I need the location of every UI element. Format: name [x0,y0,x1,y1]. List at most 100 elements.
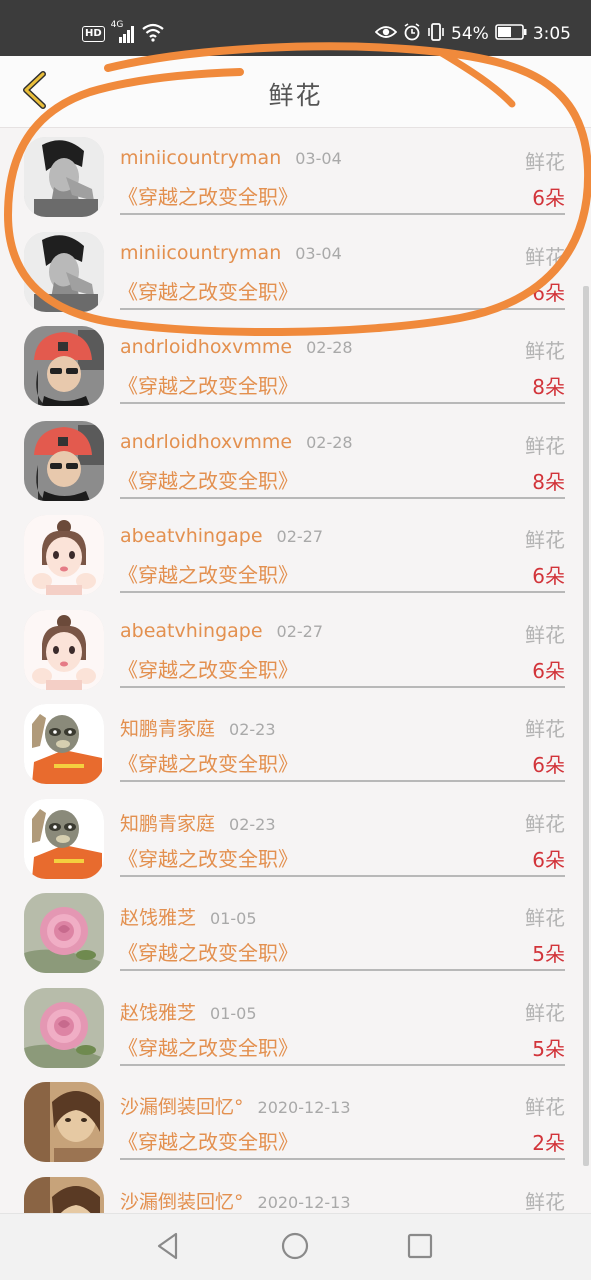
avatar[interactable] [24,420,104,501]
gift-date: 02-28 [306,432,353,452]
row-divider [120,591,565,593]
gift-count: 6朵 [532,280,565,305]
book-title: 《穿越之改变全职》 [118,752,298,776]
gift-type: 鲜花 [525,717,565,741]
book-title: 《穿越之改变全职》 [118,468,298,493]
list-item[interactable]: miniicountryman 03-04 《穿越之改变全职》 鲜花 6朵 [0,129,591,224]
gift-type: 鲜花 [525,1189,565,1214]
avatar[interactable] [24,515,104,595]
gift-type: 鲜花 [525,150,565,174]
book-title: 《穿越之改变全职》 [118,185,298,209]
avatar[interactable] [24,231,104,312]
row-divider [120,213,565,215]
hd-badge: HD [82,26,105,42]
book-title: 《穿越之改变全职》 [118,657,298,682]
gift-type: 鲜花 [525,811,565,836]
list-item[interactable]: 知鹏青家庭 02-23 《穿越之改变全职》 鲜花 6朵 [0,696,591,791]
list-item[interactable]: miniicountryman 03-04 《穿越之改变全职》 鲜花 6朵 [0,224,591,319]
eye-icon [374,24,398,45]
avatar[interactable] [24,704,104,784]
avatar[interactable] [24,1082,104,1162]
gift-count: 2朵 [532,1131,565,1155]
scrollbar[interactable] [583,286,589,1166]
book-title: 《穿越之改变全职》 [118,279,298,304]
signal-icon: 4G [111,20,135,44]
gift-count: 6朵 [532,847,565,872]
clock: 3:05 [532,24,571,44]
list-item[interactable]: abeatvhingape 02-27 《穿越之改变全职》 鲜花 6朵 [0,602,591,697]
book-title: 《穿越之改变全职》 [118,1130,298,1154]
network-type: 4G [110,20,124,30]
gift-count: 8朵 [532,469,565,494]
gift-count: 5朵 [532,942,565,966]
nav-back-button[interactable] [150,1230,186,1266]
username: 沙漏倒装回忆° 2020-12-13 [120,1190,351,1213]
nav-home-button[interactable] [277,1230,313,1266]
avatar[interactable] [24,798,104,879]
gift-type: 鲜花 [525,906,565,930]
row-divider [120,874,565,877]
wifi-icon [141,22,165,46]
app-header: 鲜花 [0,56,591,128]
row-divider [120,402,565,404]
gift-count: 6朵 [532,658,565,683]
home-circle-icon [280,1231,310,1265]
flower-gift-list: miniicountryman 03-04 《穿越之改变全职》 鲜花 6朵 min… [0,129,591,1213]
username: 赵饯雅芝 01-05 [120,1001,257,1024]
gift-type: 鲜花 [525,622,565,647]
row-divider [120,1158,565,1160]
battery-percent: 54% [451,24,489,44]
gift-type: 鲜花 [525,244,565,269]
list-item[interactable]: andrloidhoxvmme 02-28 《穿越之改变全职》 鲜花 8朵 [0,413,591,508]
status-bar: HD 4G 54% 3:05 [0,0,591,56]
row-divider [120,307,565,310]
gift-count: 6朵 [532,564,565,588]
gift-date: 02-27 [276,527,324,546]
row-divider [120,685,565,688]
gift-count: 5朵 [532,1036,565,1061]
list-item[interactable]: 赵饯雅芝 01-05 《穿越之改变全职》 鲜花 5朵 [0,885,591,980]
username: abeatvhingape 02-27 [120,619,324,642]
book-title: 《穿越之改变全职》 [118,374,298,398]
avatar[interactable] [24,137,104,217]
list-item[interactable]: abeatvhingape 02-27 《穿越之改变全职》 鲜花 6朵 [0,507,591,602]
username: 沙漏倒装回忆° 2020-12-13 [120,1096,351,1118]
username: andrloidhoxvmme 02-28 [120,430,353,453]
recents-square-icon [407,1233,433,1263]
status-right: 54% 3:05 [374,22,571,46]
username: andrloidhoxvmme 02-28 [120,336,353,358]
book-title: 《穿越之改变全职》 [118,1035,298,1060]
list-item[interactable]: andrloidhoxvmme 02-28 《穿越之改变全职》 鲜花 8朵 [0,318,591,413]
gift-date: 2020-12-13 [257,1098,351,1117]
username: 知鹏青家庭 02-23 [120,718,276,740]
avatar[interactable] [24,1176,104,1213]
gift-date: 03-04 [295,243,342,263]
gift-date: 01-05 [210,1003,257,1023]
gift-type: 鲜花 [525,433,565,458]
gift-count: 6朵 [532,186,565,210]
list-item[interactable]: 沙漏倒装回忆° 2020-12-13 《穿越之改变全职》 鲜花 2朵 [0,1074,591,1169]
gift-date: 02-23 [229,814,276,834]
gift-date: 02-27 [276,621,324,641]
avatar[interactable] [24,893,104,973]
nav-recents-button[interactable] [402,1230,438,1266]
gift-count: 8朵 [532,375,565,399]
gift-type: 鲜花 [525,1000,565,1025]
avatar[interactable] [24,326,104,406]
list-item[interactable]: 沙漏倒装回忆° 2020-12-13 鲜花 [0,1169,591,1214]
row-divider [120,1063,565,1066]
gift-date: 01-05 [210,909,257,928]
book-title: 《穿越之改变全职》 [118,563,298,587]
status-left: HD 4G [82,20,165,46]
username: abeatvhingape 02-27 [120,525,324,547]
gift-count: 6朵 [532,753,565,777]
list-item[interactable]: 知鹏青家庭 02-23 《穿越之改变全职》 鲜花 6朵 [0,791,591,886]
back-triangle-icon [155,1232,181,1264]
gift-date: 02-23 [229,720,276,739]
gift-type: 鲜花 [525,339,565,363]
gift-type: 鲜花 [525,1095,565,1119]
username: miniicountryman 03-04 [120,147,342,169]
list-item[interactable]: 赵饯雅芝 01-05 《穿越之改变全职》 鲜花 5朵 [0,980,591,1075]
avatar[interactable] [24,987,104,1068]
avatar[interactable] [24,609,104,690]
